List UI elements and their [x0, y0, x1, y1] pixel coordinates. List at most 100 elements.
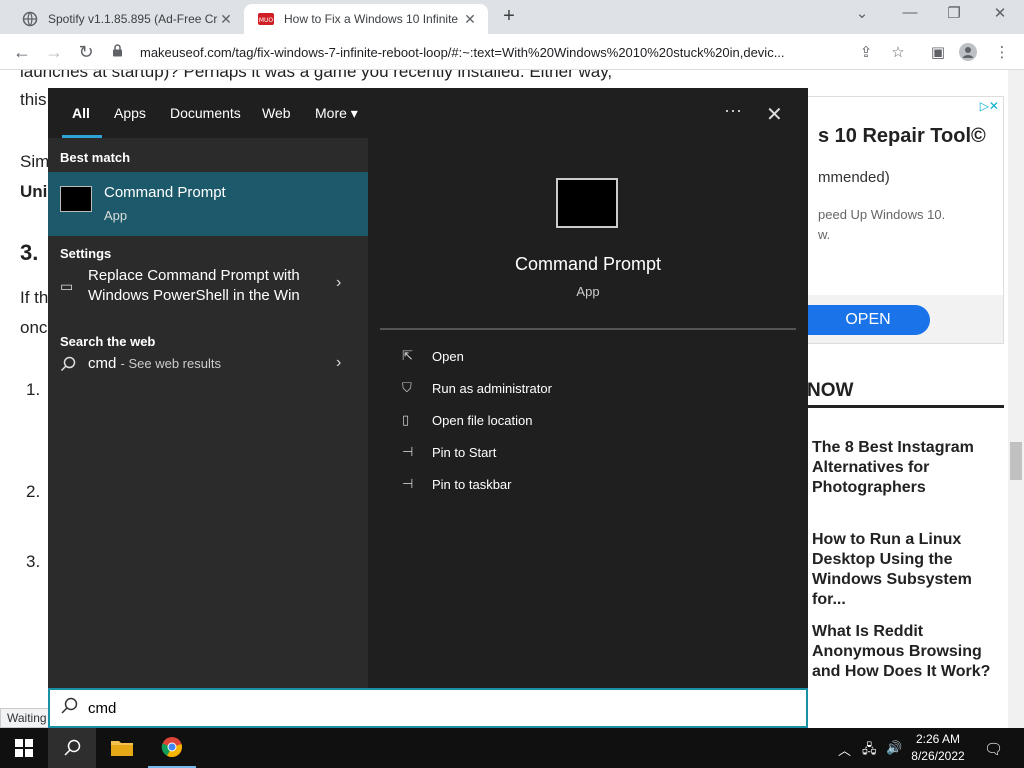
more-options-icon[interactable]: ···	[724, 100, 742, 121]
chevron-right-icon[interactable]: ›	[336, 354, 341, 372]
best-match-result[interactable]: Command Prompt App	[48, 172, 368, 236]
clock-time: 2:26 AM	[915, 732, 961, 746]
action-label: Open	[432, 348, 464, 364]
settings-result-text: Replace Command Prompt with Windows Powe…	[88, 267, 300, 304]
search-input[interactable]	[88, 699, 768, 717]
new-tab-button[interactable]: +	[498, 6, 520, 28]
command-prompt-large-icon	[556, 178, 618, 228]
clock-date: 8/26/2022	[911, 749, 965, 763]
status-bar: Waiting	[0, 708, 54, 728]
browser-toolbar: ← → ↻ makeuseof.com/tag/fix-windows-7-in…	[0, 34, 1024, 70]
windows-taskbar: ︿ 🖧 🔊 2:26 AM 8/26/2022 🗨	[0, 728, 1024, 768]
list-number: 1.	[26, 380, 41, 399]
volume-icon[interactable]: 🔊	[886, 740, 902, 756]
tab-spotify[interactable]: Spotify v1.1.85.895 (Ad-Free Crac ✕	[8, 4, 244, 34]
file-icon: ▯	[402, 412, 410, 427]
tab-makeuseof[interactable]: MUO How to Fix a Windows 10 Infinite ✕	[244, 4, 488, 34]
settings-result[interactable]: ▭ Replace Command Prompt with Windows Po…	[48, 266, 368, 316]
restore-icon[interactable]: ❐	[932, 4, 976, 28]
ad-text: w.	[818, 227, 831, 242]
tab-title: How to Fix a Windows 10 Infinite	[284, 12, 459, 26]
search-filter-bar: All Apps Documents Web More ▾ ··· ✕	[48, 88, 808, 138]
start-button[interactable]	[0, 728, 48, 768]
best-match-header: Best match	[60, 150, 131, 165]
scrollbar-thumb[interactable]	[1010, 442, 1022, 480]
filter-apps[interactable]: Apps	[114, 105, 146, 121]
article-text-line: If th	[20, 288, 49, 307]
url-text: makeuseof.com/tag/fix-windows-7-infinite…	[140, 44, 785, 60]
detail-pane: Command Prompt App ⇱ Open ⛉ Run as admin…	[380, 150, 796, 688]
ad-subtitle: mmended)	[818, 169, 890, 186]
action-open[interactable]: ⇱ Open	[402, 348, 464, 364]
search-icon	[64, 739, 81, 756]
ad-open-button[interactable]: OPEN	[806, 305, 930, 335]
filter-more-label: More	[315, 105, 347, 121]
article-text-line: launches at startup)? Perhaps it was a g…	[20, 70, 613, 81]
close-icon[interactable]: ✕	[766, 102, 783, 127]
lock-icon	[112, 44, 126, 60]
address-bar[interactable]: makeuseof.com/tag/fix-windows-7-infinite…	[112, 38, 916, 66]
tab-strip: Spotify v1.1.85.895 (Ad-Free Crac ✕ MUO …	[0, 0, 1024, 34]
command-prompt-icon	[60, 186, 92, 212]
taskbar-clock[interactable]: 2:26 AM 8/26/2022	[904, 731, 972, 765]
list-number: 3.	[26, 552, 41, 571]
pin-icon: ⊣	[402, 444, 414, 459]
chevron-right-icon[interactable]: ›	[336, 274, 341, 292]
filter-more[interactable]: More ▾	[315, 105, 358, 122]
action-run-as-admin[interactable]: ⛉ Run as administrator	[402, 380, 552, 396]
search-web-header: Search the web	[60, 334, 156, 349]
chevron-down-icon: ▾	[350, 105, 358, 121]
filter-web[interactable]: Web	[262, 105, 291, 121]
side-panel-icon[interactable]: ▣	[928, 43, 948, 63]
window-close-icon[interactable]: ✕	[978, 4, 1022, 28]
advertisement[interactable]: ▷✕ s 10 Repair Tool© mmended) peed Up Wi…	[805, 96, 1004, 344]
action-pin-to-taskbar[interactable]: ⊣ Pin to taskbar	[402, 476, 512, 492]
taskbar-search-box[interactable]	[48, 688, 808, 728]
windows-search-flyout: All Apps Documents Web More ▾ ··· ✕ Best…	[48, 88, 808, 688]
action-open-file-location[interactable]: ▯ Open file location	[402, 412, 532, 428]
ad-choices-icon[interactable]: ▷✕	[980, 99, 999, 113]
results-pane: Best match Command Prompt App Settings ▭…	[48, 138, 368, 688]
file-explorer-button[interactable]	[98, 728, 146, 768]
section-divider	[807, 405, 1004, 408]
filter-all[interactable]: All	[72, 105, 90, 121]
taskbar-search-button[interactable]	[48, 728, 96, 768]
chrome-icon	[161, 737, 182, 758]
forward-arrow-icon[interactable]: →	[42, 40, 66, 64]
browser-menu-icon[interactable]: ⋮	[992, 43, 1012, 63]
ad-title: s 10 Repair Tool©	[818, 125, 986, 147]
action-pin-to-start[interactable]: ⊣ Pin to Start	[402, 444, 496, 460]
close-tab-icon[interactable]: ✕	[218, 11, 234, 28]
search-icon	[50, 697, 88, 720]
shield-icon: ⛉	[402, 380, 412, 395]
display-settings-icon: ▭	[60, 278, 74, 294]
makeuseof-favicon-icon: MUO	[258, 11, 274, 27]
page-scrollbar[interactable]	[1008, 70, 1024, 730]
related-article-link[interactable]: What Is Reddit Anonymous Browsing and Ho…	[812, 622, 1004, 682]
detail-app-name: Command Prompt	[514, 254, 662, 274]
web-result[interactable]: cmd - See web results ›	[48, 354, 368, 384]
web-result-text: cmd - See web results	[88, 354, 221, 374]
network-icon[interactable]: 🖧	[862, 740, 877, 762]
share-icon[interactable]: ⇪	[856, 43, 876, 63]
profile-avatar-icon[interactable]	[958, 43, 978, 63]
article-text-line: Sim	[20, 152, 50, 171]
bookmark-star-icon[interactable]: ☆	[888, 43, 908, 63]
ad-text: peed Up Windows 10.	[818, 207, 946, 222]
svg-text:MUO: MUO	[259, 17, 274, 24]
related-article-link[interactable]: The 8 Best Instagram Alternatives for Ph…	[812, 438, 1004, 498]
minimize-icon[interactable]: —	[888, 4, 932, 28]
reload-icon[interactable]: ↻	[74, 40, 98, 64]
notifications-icon[interactable]: 🗨	[984, 740, 1003, 758]
web-query: cmd	[88, 355, 117, 372]
filter-documents[interactable]: Documents	[170, 105, 241, 121]
chevron-up-icon[interactable]: ︿	[838, 740, 851, 759]
article-text-line: onc	[20, 318, 48, 337]
back-arrow-icon[interactable]: ←	[10, 40, 34, 64]
globe-icon	[22, 11, 38, 27]
related-article-link[interactable]: How to Run a Linux Desktop Using the Win…	[812, 530, 1004, 610]
chrome-taskbar-button[interactable]	[148, 728, 196, 768]
pin-icon: ⊣	[402, 476, 414, 491]
tab-search-chevron-icon[interactable]: ⌄	[840, 4, 884, 28]
close-tab-icon[interactable]: ✕	[462, 11, 478, 28]
